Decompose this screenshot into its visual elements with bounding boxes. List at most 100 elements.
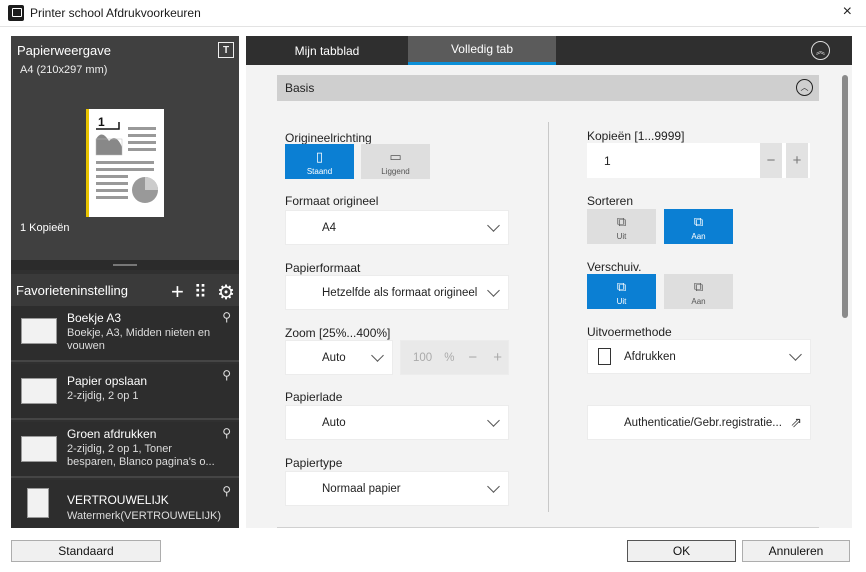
favorite-item[interactable]: Papier opslaan 2-zijdig, 2 op 1 ⚲ [11, 364, 239, 420]
default-button[interactable]: Standaard [11, 540, 161, 562]
collate-on-button[interactable]: ⧉ Aan [664, 209, 733, 244]
chevron-down-icon [487, 219, 500, 232]
section-title: Basis [285, 81, 315, 95]
zoom-increase-button: + [493, 349, 502, 366]
copies-label: Kopieën [1...9999] [587, 129, 685, 143]
booklet-thumbnail-icon [21, 318, 57, 344]
grid-icon[interactable]: ⠿ [194, 282, 207, 303]
offset-label: Verschuiv. [587, 260, 642, 274]
original-size-select[interactable]: A4 [285, 210, 509, 245]
window-title: Printer school Afdrukvoorkeuren [30, 6, 201, 20]
zoom-label: Zoom [25%...400%] [285, 326, 391, 340]
paper-preview: 1 [86, 109, 164, 217]
zoom-decrease-button: − [468, 349, 478, 366]
close-icon[interactable]: × [843, 3, 852, 21]
paper-size-readout: A4 (210x297 mm) [20, 64, 108, 76]
favorite-description: 2-zijdig, 2 op 1 [67, 390, 139, 402]
orientation-landscape-button[interactable]: ▭ Liggend [361, 144, 430, 179]
tray-select[interactable]: Auto [285, 405, 509, 440]
left-panel: Papierweergave T A4 (210x297 mm) 1 1 Kop… [11, 36, 239, 528]
settings-panel: Mijn tabblad Volledig tab ︽ Basis ︿ Orig… [246, 36, 852, 528]
scrollbar-thumb[interactable] [842, 75, 848, 318]
chevron-down-icon [487, 480, 500, 493]
authentication-button[interactable]: Authenticatie/Gebr.registratie... ⇗ [587, 405, 811, 440]
panel-splitter[interactable] [11, 260, 239, 270]
column-divider [548, 122, 549, 512]
favorites-header: Favorieteninstelling + ⠿ ⚙ [11, 274, 239, 306]
orientation-label: Origineelrichting [285, 131, 372, 145]
chevron-down-icon [789, 348, 802, 361]
paper-type-select[interactable]: Normaal papier [285, 471, 509, 506]
stack-icon: ⧉ [616, 279, 627, 294]
collate-option-label: Uit [616, 232, 627, 241]
preview-title: Papierweergave [17, 42, 111, 58]
favorite-name: Papier opslaan [67, 374, 148, 388]
pin-icon: ⚲ [222, 426, 231, 440]
cancel-button[interactable]: Annuleren [742, 540, 850, 562]
orientation-option-label: Staand [306, 167, 333, 176]
zoom-mode-select[interactable]: Auto [285, 340, 393, 375]
collate-off-button[interactable]: ⧉ Uit [587, 209, 656, 244]
favorite-name: VERTROUWELIJK [67, 493, 169, 507]
orientation-option-label: Liggend [381, 167, 410, 176]
favorite-name: Groen afdrukken [67, 427, 157, 441]
favorites-title: Favorieteninstelling [16, 282, 129, 298]
favorite-item[interactable]: Groen afdrukken 2-zijdig, 2 op 1, Toner … [11, 422, 239, 478]
tab-bar: Mijn tabblad Volledig tab ︽ [246, 36, 852, 65]
offset-stack-icon: ⧉ [693, 279, 704, 294]
uncollated-icon: ⧉ [616, 214, 627, 229]
orientation-portrait-button[interactable]: ▯ Staand [285, 144, 354, 179]
favorite-description: 2-zijdig, 2 op 1, Toner besparen, Blanco… [67, 443, 215, 468]
paper-size-select[interactable]: Hetzelfde als formaat origineel [285, 275, 509, 310]
paper-type-value: Normaal papier [322, 482, 401, 495]
offset-on-button[interactable]: ⧉ Aan [664, 274, 733, 309]
tab-my-tab[interactable]: Mijn tabblad [246, 36, 408, 65]
text-toggle-icon[interactable]: T [218, 42, 234, 58]
favorite-item[interactable]: VERTROUWELIJK Watermerk(VERTROUWELIJK) ⚲ [11, 480, 239, 528]
paper-type-label: Papiertype [285, 456, 343, 470]
gear-icon[interactable]: ⚙ [217, 280, 235, 305]
title-bar: Printer school Afdrukvoorkeuren × [0, 0, 866, 27]
collate-option-label: Aan [691, 232, 706, 241]
favorite-item[interactable]: Boekje A3 Boekje, A3, Midden nieten en v… [11, 306, 239, 362]
authentication-label: Authenticatie/Gebr.registratie... [624, 416, 782, 429]
zoom-mode-value: Auto [322, 351, 346, 364]
original-size-label: Formaat origineel [285, 194, 379, 208]
portrait-icon: ▯ [315, 149, 324, 164]
output-method-select[interactable]: Afdrukken [587, 339, 811, 374]
watermark-thumbnail-icon [27, 488, 49, 518]
copies-increase-button[interactable]: + [786, 143, 808, 178]
collated-icon: ⧉ [693, 214, 704, 229]
eco-thumbnail-icon [21, 436, 57, 462]
section-bottom-edge [277, 527, 819, 528]
zoom-percent-input: 100 % − + [400, 340, 509, 375]
add-favorite-icon[interactable]: + [171, 279, 184, 305]
favorite-name: Boekje A3 [67, 311, 122, 325]
document-icon [598, 348, 611, 365]
paper-size-label: Papierformaat [285, 261, 361, 275]
zoom-unit: % [444, 351, 455, 364]
offset-option-label: Aan [691, 297, 706, 306]
tab-full[interactable]: Volledig tab [408, 36, 556, 65]
copies-decrease-button[interactable]: − [760, 143, 782, 178]
zoom-value: 100 [413, 351, 433, 364]
pin-icon: ⚲ [222, 368, 231, 382]
tray-value: Auto [322, 416, 346, 429]
original-size-value: A4 [322, 221, 337, 234]
landscape-icon: ▭ [389, 149, 402, 164]
pin-icon: ⚲ [222, 484, 231, 498]
ok-button[interactable]: OK [627, 540, 736, 562]
favorite-description: Watermerk(VERTROUWELIJK) [67, 510, 222, 522]
printer-app-icon [8, 5, 24, 21]
tray-label: Papierlade [285, 390, 343, 404]
offset-off-button[interactable]: ⧉ Uit [587, 274, 656, 309]
collate-label: Sorteren [587, 194, 634, 208]
collapse-all-icon[interactable]: ︽ [811, 41, 830, 60]
section-header-basis[interactable]: Basis ︿ [277, 75, 819, 101]
pin-icon: ⚲ [222, 310, 231, 324]
chevron-down-icon [371, 349, 384, 362]
offset-option-label: Uit [616, 297, 627, 306]
chevron-down-icon [487, 414, 500, 427]
chevron-up-icon[interactable]: ︿ [796, 79, 813, 96]
paper-size-value: Hetzelfde als formaat origineel [322, 286, 478, 299]
